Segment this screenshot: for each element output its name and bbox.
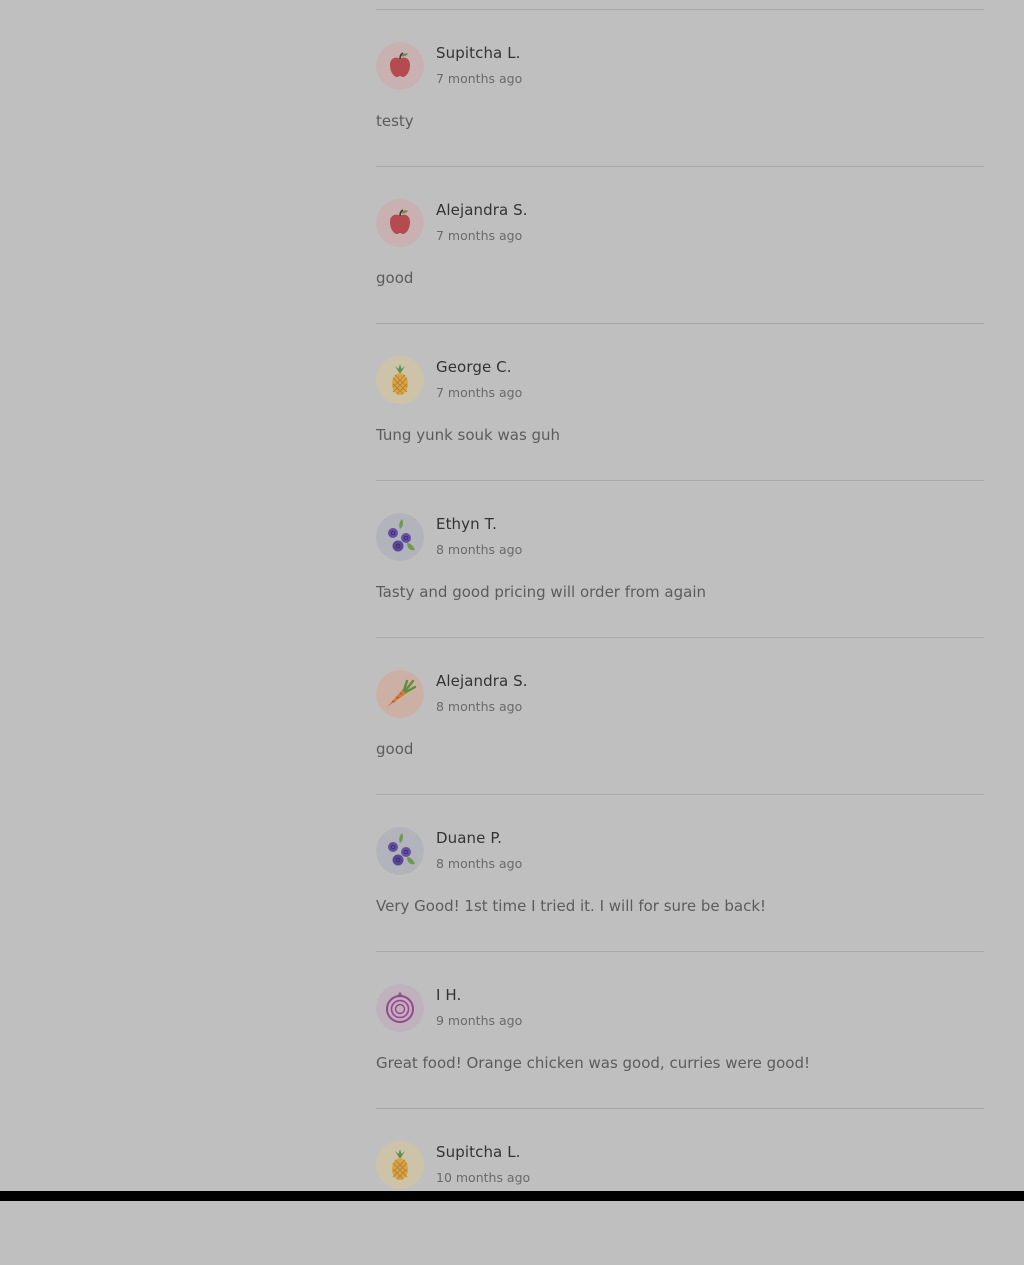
reviewer-name: Alejandra S.	[436, 672, 528, 690]
apple-icon	[376, 42, 424, 90]
reviewer-name: Supitcha L.	[436, 44, 521, 62]
reviewer-name: George C.	[436, 358, 512, 376]
review-date: 7 months ago	[436, 71, 523, 86]
review-text: Very Good! 1st time I tried it. I will f…	[376, 897, 767, 915]
review-date: 10 months ago	[436, 1170, 531, 1185]
blueberry-icon	[376, 827, 424, 875]
review-text: good	[376, 269, 414, 287]
review-date: 7 months ago	[436, 228, 523, 243]
review-text: good	[376, 740, 414, 758]
review-item: I H. 9 months ago Great food! Orange chi…	[376, 951, 984, 1108]
review-item: Supitcha L. 10 months ago	[376, 1108, 984, 1265]
review-item: Duane P. 8 months ago Very Good! 1st tim…	[376, 794, 984, 951]
reviewer-name: Duane P.	[436, 829, 503, 847]
review-item: Alejandra S. 8 months ago good	[376, 637, 984, 794]
review-item: George C. 7 months ago Tung yunk souk wa…	[376, 323, 984, 480]
review-date: 8 months ago	[436, 699, 523, 714]
review-item: Alejandra S. 7 months ago good	[376, 166, 984, 323]
review-text: testy	[376, 112, 414, 130]
reviews-list: Supitcha L. 7 months ago testy Alejandra…	[376, 9, 984, 1265]
review-item: Supitcha L. 7 months ago testy	[376, 9, 984, 166]
review-date: 8 months ago	[436, 542, 523, 557]
review-text: Tung yunk souk was guh	[376, 426, 561, 444]
blueberry-icon	[376, 513, 424, 561]
reviewer-name: Ethyn T.	[436, 515, 497, 533]
review-item: Ethyn T. 8 months ago Tasty and good pri…	[376, 480, 984, 637]
bottom-bar	[0, 1191, 1024, 1201]
apple-icon	[376, 199, 424, 247]
pineapple-icon	[376, 356, 424, 404]
reviewer-name: Supitcha L.	[436, 1143, 521, 1161]
pineapple-icon	[376, 1141, 424, 1189]
reviewer-name: Alejandra S.	[436, 201, 528, 219]
review-text: Tasty and good pricing will order from a…	[376, 583, 706, 601]
review-date: 7 months ago	[436, 385, 523, 400]
carrot-icon	[376, 670, 424, 718]
review-date: 9 months ago	[436, 1013, 523, 1028]
review-text: Great food! Orange chicken was good, cur…	[376, 1054, 811, 1072]
reviewer-name: I H.	[436, 986, 462, 1004]
onion-icon	[376, 984, 424, 1032]
review-date: 8 months ago	[436, 856, 523, 871]
